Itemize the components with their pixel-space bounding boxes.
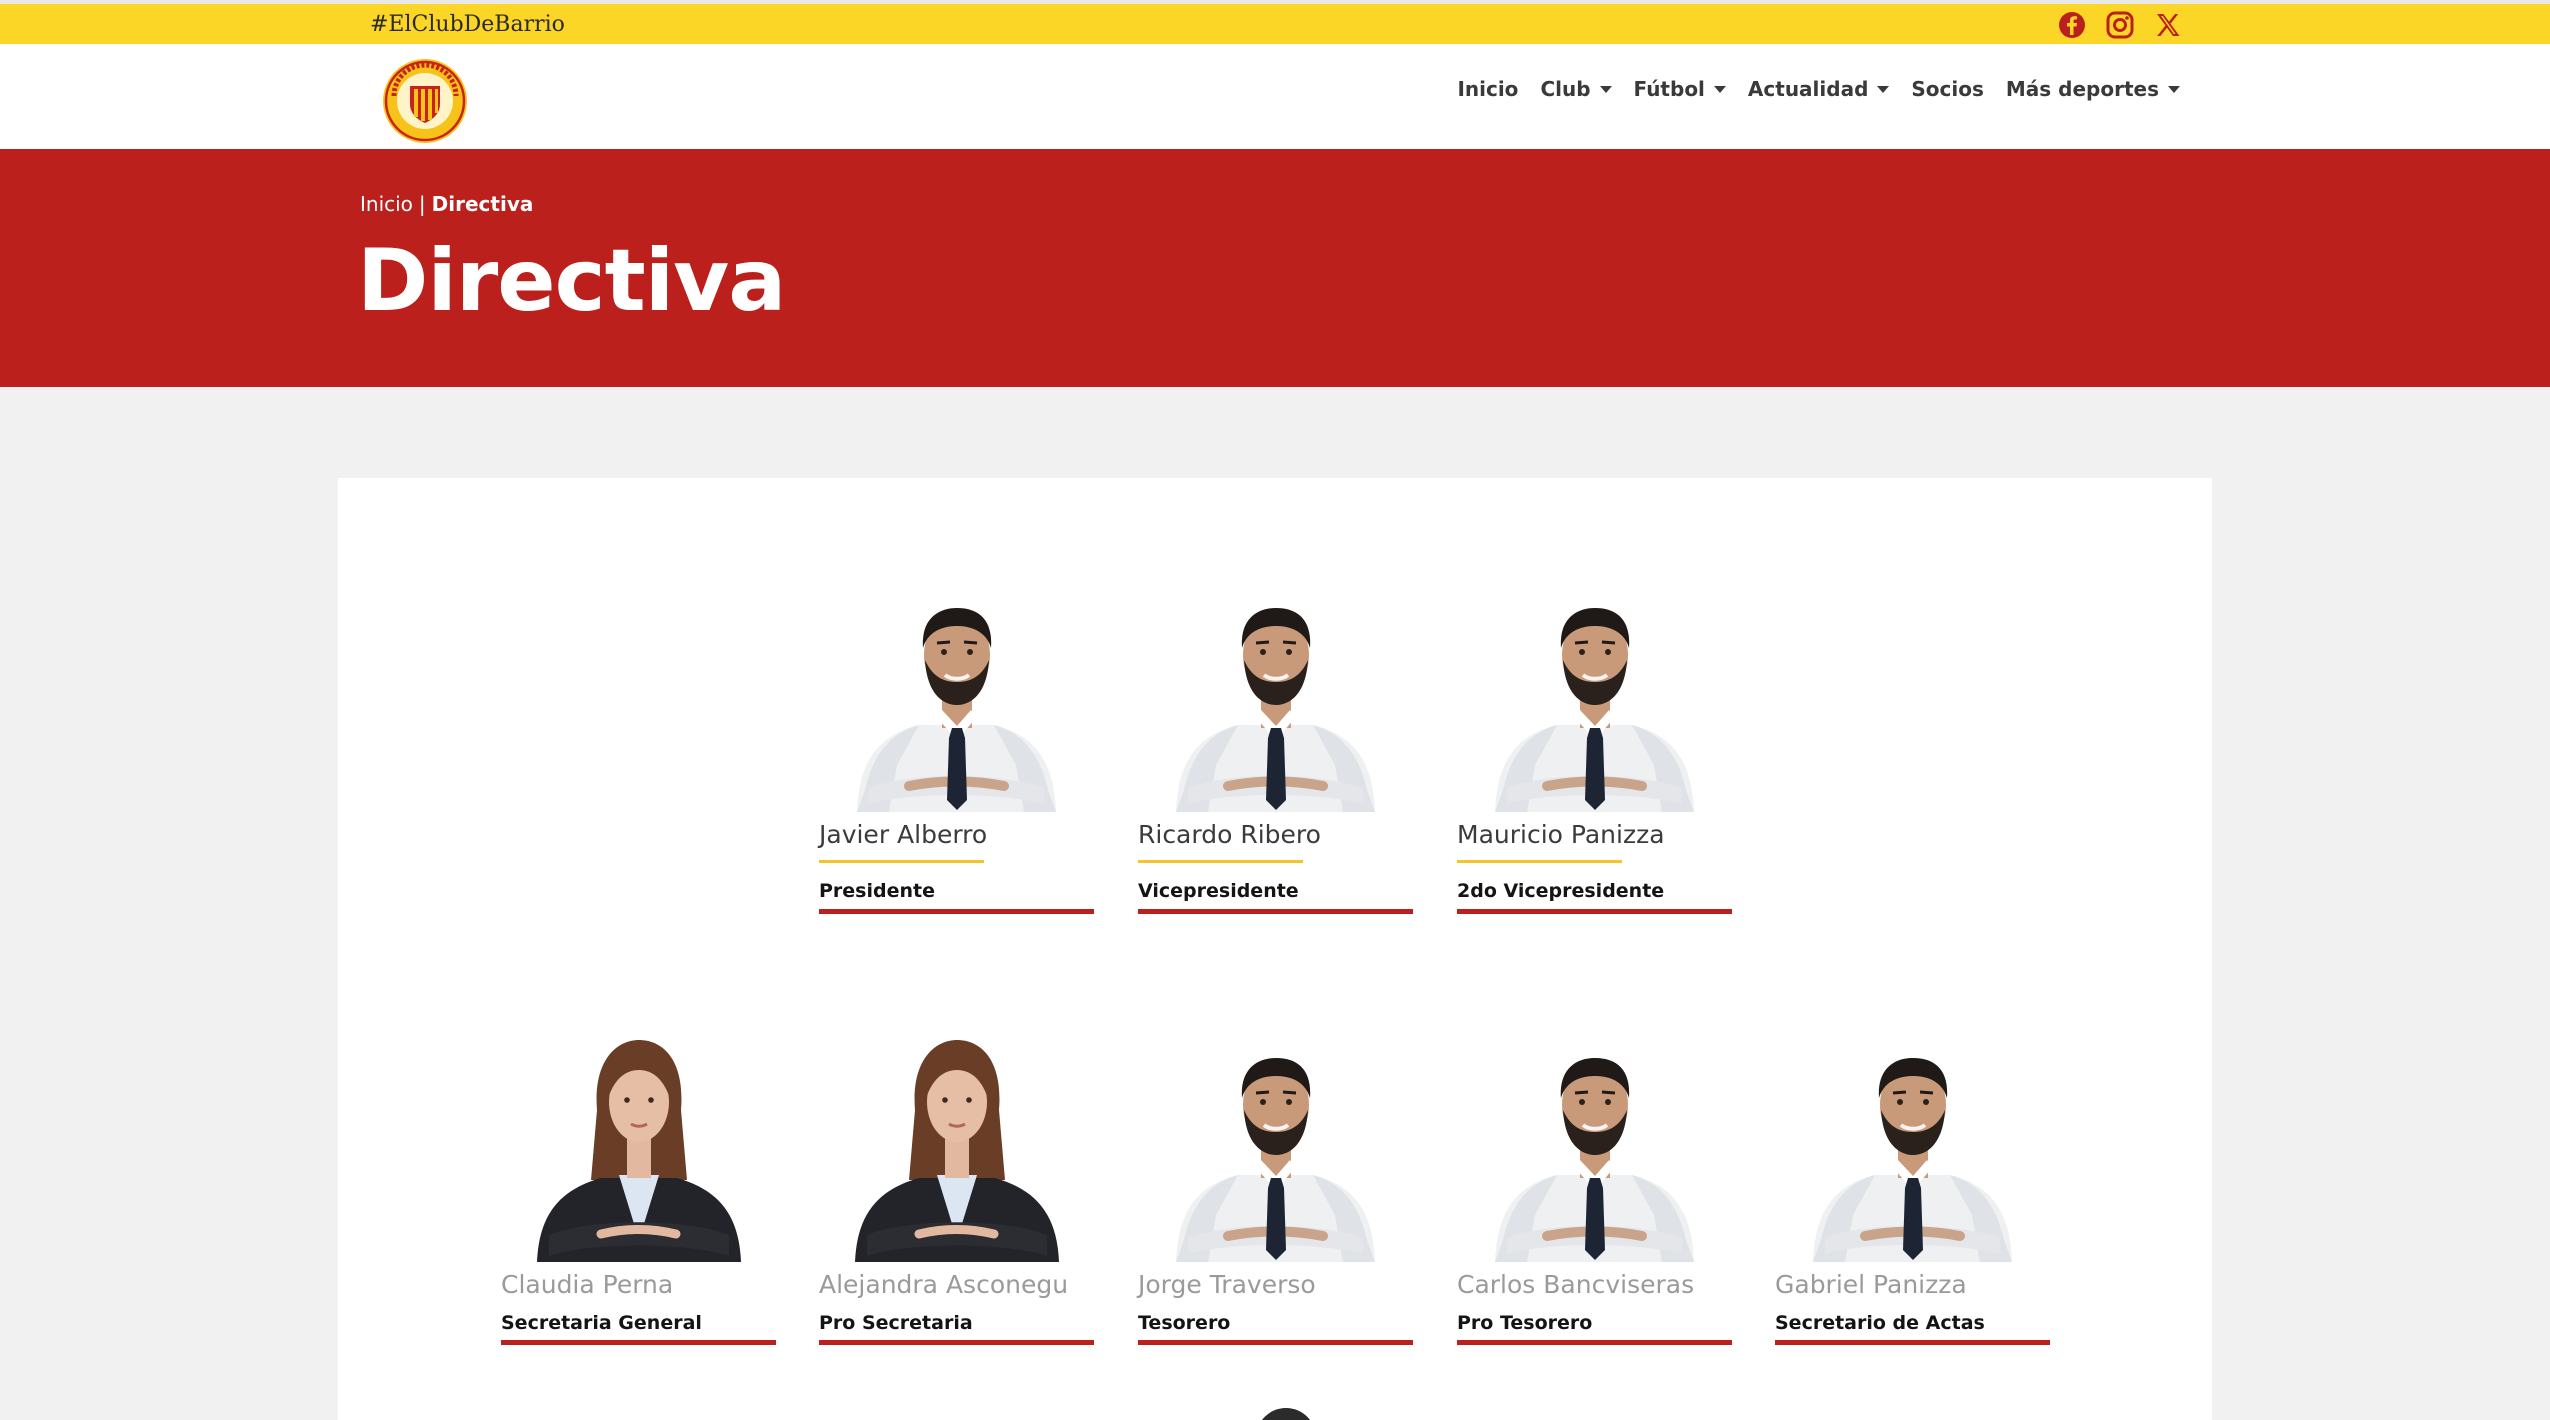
- card-divider: [1138, 909, 1413, 914]
- member-name: Alejandra Asconegu: [819, 1270, 1069, 1299]
- name-underline: [819, 860, 984, 863]
- nav-item-inicio[interactable]: Inicio: [1457, 77, 1518, 101]
- card-divider: [501, 1340, 776, 1345]
- member-photo: [1168, 1010, 1383, 1262]
- facebook-icon[interactable]: [2057, 10, 2087, 40]
- card-divider: [819, 909, 1094, 914]
- card-divider: [819, 1340, 1094, 1345]
- top-strip: #ElClubDeBarrio: [0, 0, 2550, 44]
- main-menu: Inicio Club Fútbol Actualidad Socios Más…: [1457, 77, 2180, 101]
- member-name: Mauricio Panizza: [1457, 820, 1665, 849]
- nav-label: Club: [1540, 77, 1591, 101]
- nav-item-actualidad[interactable]: Actualidad: [1747, 77, 1890, 101]
- hashtag-text: #ElClubDeBarrio: [370, 12, 565, 37]
- page-hero: Inicio | Directiva Directiva: [0, 149, 2550, 387]
- member-name: Jorge Traverso: [1138, 1270, 1316, 1299]
- member-role: Pro Secretaria: [819, 1312, 973, 1334]
- next-row-photo-peek: [1256, 1408, 1316, 1420]
- nav-label: Más deportes: [2005, 77, 2159, 101]
- caret-down-icon: [2168, 85, 2180, 93]
- breadcrumb-home-link[interactable]: Inicio: [360, 192, 413, 216]
- breadcrumb: Inicio | Directiva: [360, 192, 533, 216]
- name-underline: [1457, 860, 1622, 863]
- club-logo[interactable]: [382, 58, 468, 144]
- board-members-panel: Javier Alberro Presidente Ricardo Ribero…: [338, 478, 2212, 1420]
- card-divider: [1457, 1340, 1732, 1345]
- nav-item-futbol[interactable]: Fútbol: [1634, 77, 1726, 101]
- nav-item-socios[interactable]: Socios: [1911, 77, 1984, 101]
- nav-item-mas-deportes[interactable]: Más deportes: [2006, 77, 2180, 101]
- name-underline: [1138, 860, 1303, 863]
- nav-label: Fútbol: [1633, 77, 1705, 101]
- nav-label: Actualidad: [1747, 77, 1869, 101]
- breadcrumb-separator: |: [418, 192, 426, 216]
- page-title: Directiva: [357, 231, 786, 331]
- social-links: [2057, 10, 2183, 40]
- member-name: Javier Alberro: [819, 820, 988, 849]
- card-divider: [1457, 909, 1732, 914]
- card-divider: [1138, 1340, 1413, 1345]
- member-photo: [1805, 1010, 2020, 1262]
- member-photo: [849, 560, 1064, 812]
- nav-label: Inicio: [1457, 77, 1519, 101]
- caret-down-icon: [1713, 85, 1726, 93]
- member-role: Vicepresidente: [1138, 880, 1299, 902]
- member-role: Presidente: [819, 880, 935, 902]
- breadcrumb-current: Directiva: [431, 192, 534, 216]
- member-name: Gabriel Panizza: [1775, 1270, 1967, 1299]
- member-name: Carlos Bancviseras: [1457, 1270, 1695, 1299]
- member-role: Secretario de Actas: [1775, 1312, 1985, 1334]
- caret-down-icon: [1599, 85, 1612, 93]
- member-photo: [1168, 560, 1383, 812]
- card-divider: [1775, 1340, 2050, 1345]
- member-role: Secretaria General: [501, 1312, 702, 1334]
- member-photo: [1487, 1010, 1702, 1262]
- nav-item-club[interactable]: Club: [1540, 77, 1612, 101]
- member-name: Ricardo Ribero: [1138, 820, 1321, 849]
- caret-down-icon: [1877, 85, 1890, 93]
- main-navbar: Inicio Club Fútbol Actualidad Socios Más…: [0, 44, 2550, 149]
- nav-label: Socios: [1911, 77, 1984, 101]
- member-photo: [1487, 560, 1702, 812]
- member-role: Pro Tesorero: [1457, 1312, 1593, 1334]
- x-icon[interactable]: [2153, 10, 2183, 40]
- member-role: 2do Vicepresidente: [1457, 880, 1665, 902]
- instagram-icon[interactable]: [2105, 10, 2135, 40]
- member-photo: [849, 1010, 1064, 1262]
- member-name: Claudia Perna: [501, 1270, 674, 1299]
- member-photo: [531, 1010, 746, 1262]
- member-role: Tesorero: [1138, 1312, 1231, 1334]
